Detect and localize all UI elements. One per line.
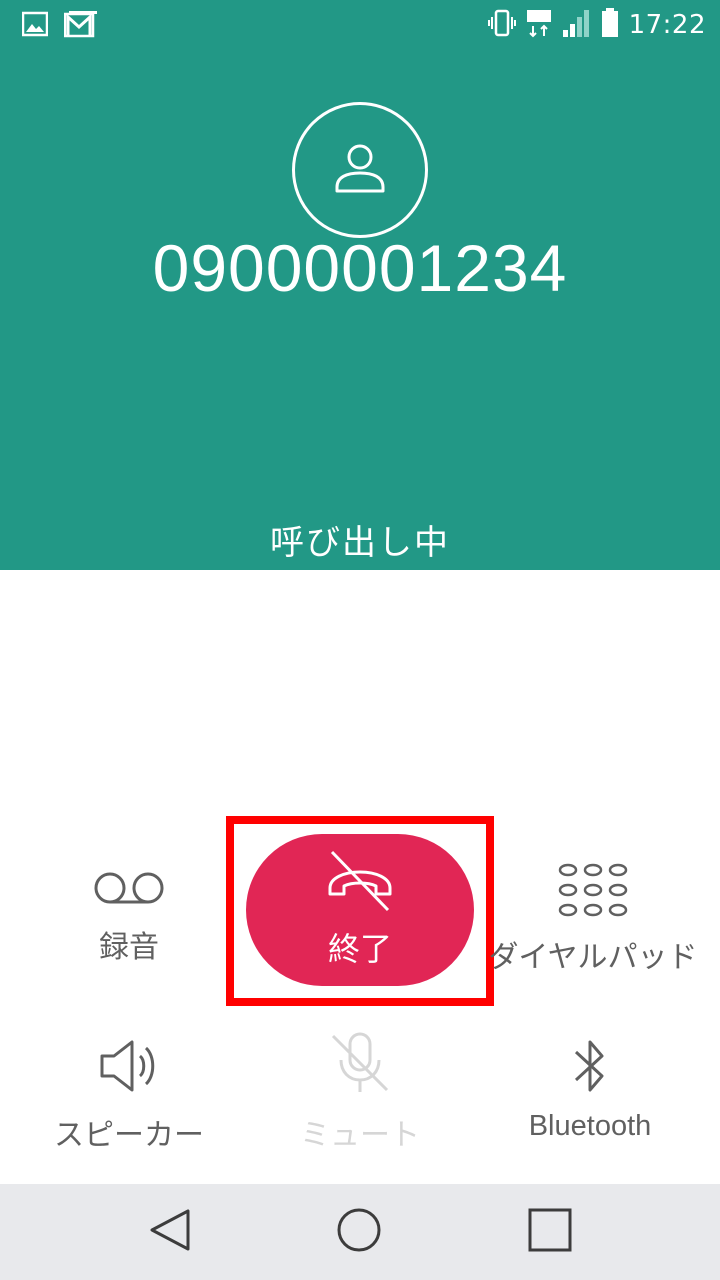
mute-icon [327,1030,393,1100]
speaker-icon [98,1036,160,1100]
call-header: 17:22 09000001234 呼び出し中 [0,0,720,570]
end-call-icon [322,850,398,916]
battery-icon [601,8,619,42]
end-call-label: 終了 [327,930,392,968]
gmail-icon [63,10,98,42]
dialpad-button[interactable]: ダイヤルパッド [486,862,700,976]
speaker-label: スピーカー [54,1118,204,1153]
bluetooth-button[interactable]: Bluetooth [506,1036,674,1143]
record-label: 録音 [99,930,159,965]
back-icon [148,1207,192,1257]
dialpad-label: ダイヤルパッド [488,940,698,975]
vibrate-icon [487,8,517,42]
home-icon [336,1207,382,1257]
contact-avatar [292,102,428,238]
end-call-button[interactable]: 終了 [246,834,474,986]
status-bar: 17:22 [0,0,720,50]
person-icon [333,141,387,199]
bluetooth-label: Bluetooth [528,1110,652,1142]
navigation-bar [0,1184,720,1280]
back-button[interactable] [146,1208,194,1256]
speaker-button[interactable]: スピーカー [40,1036,218,1154]
status-time: 17:22 [628,10,706,40]
lte-icon [526,8,553,42]
record-button[interactable]: 録音 [56,868,202,966]
recents-icon [528,1208,572,1256]
voicemail-icon [93,868,165,912]
bluetooth-icon [570,1036,610,1100]
signal-icon [562,8,591,42]
dialpad-icon [558,862,628,922]
home-button[interactable] [335,1208,383,1256]
mute-label: ミュート [300,1118,420,1153]
recents-button[interactable] [526,1208,574,1256]
phone-number: 09000001234 [152,231,568,305]
mute-button[interactable]: ミュート [286,1030,434,1154]
image-notification-icon [21,11,49,41]
call-status: 呼び出し中 [270,523,450,563]
